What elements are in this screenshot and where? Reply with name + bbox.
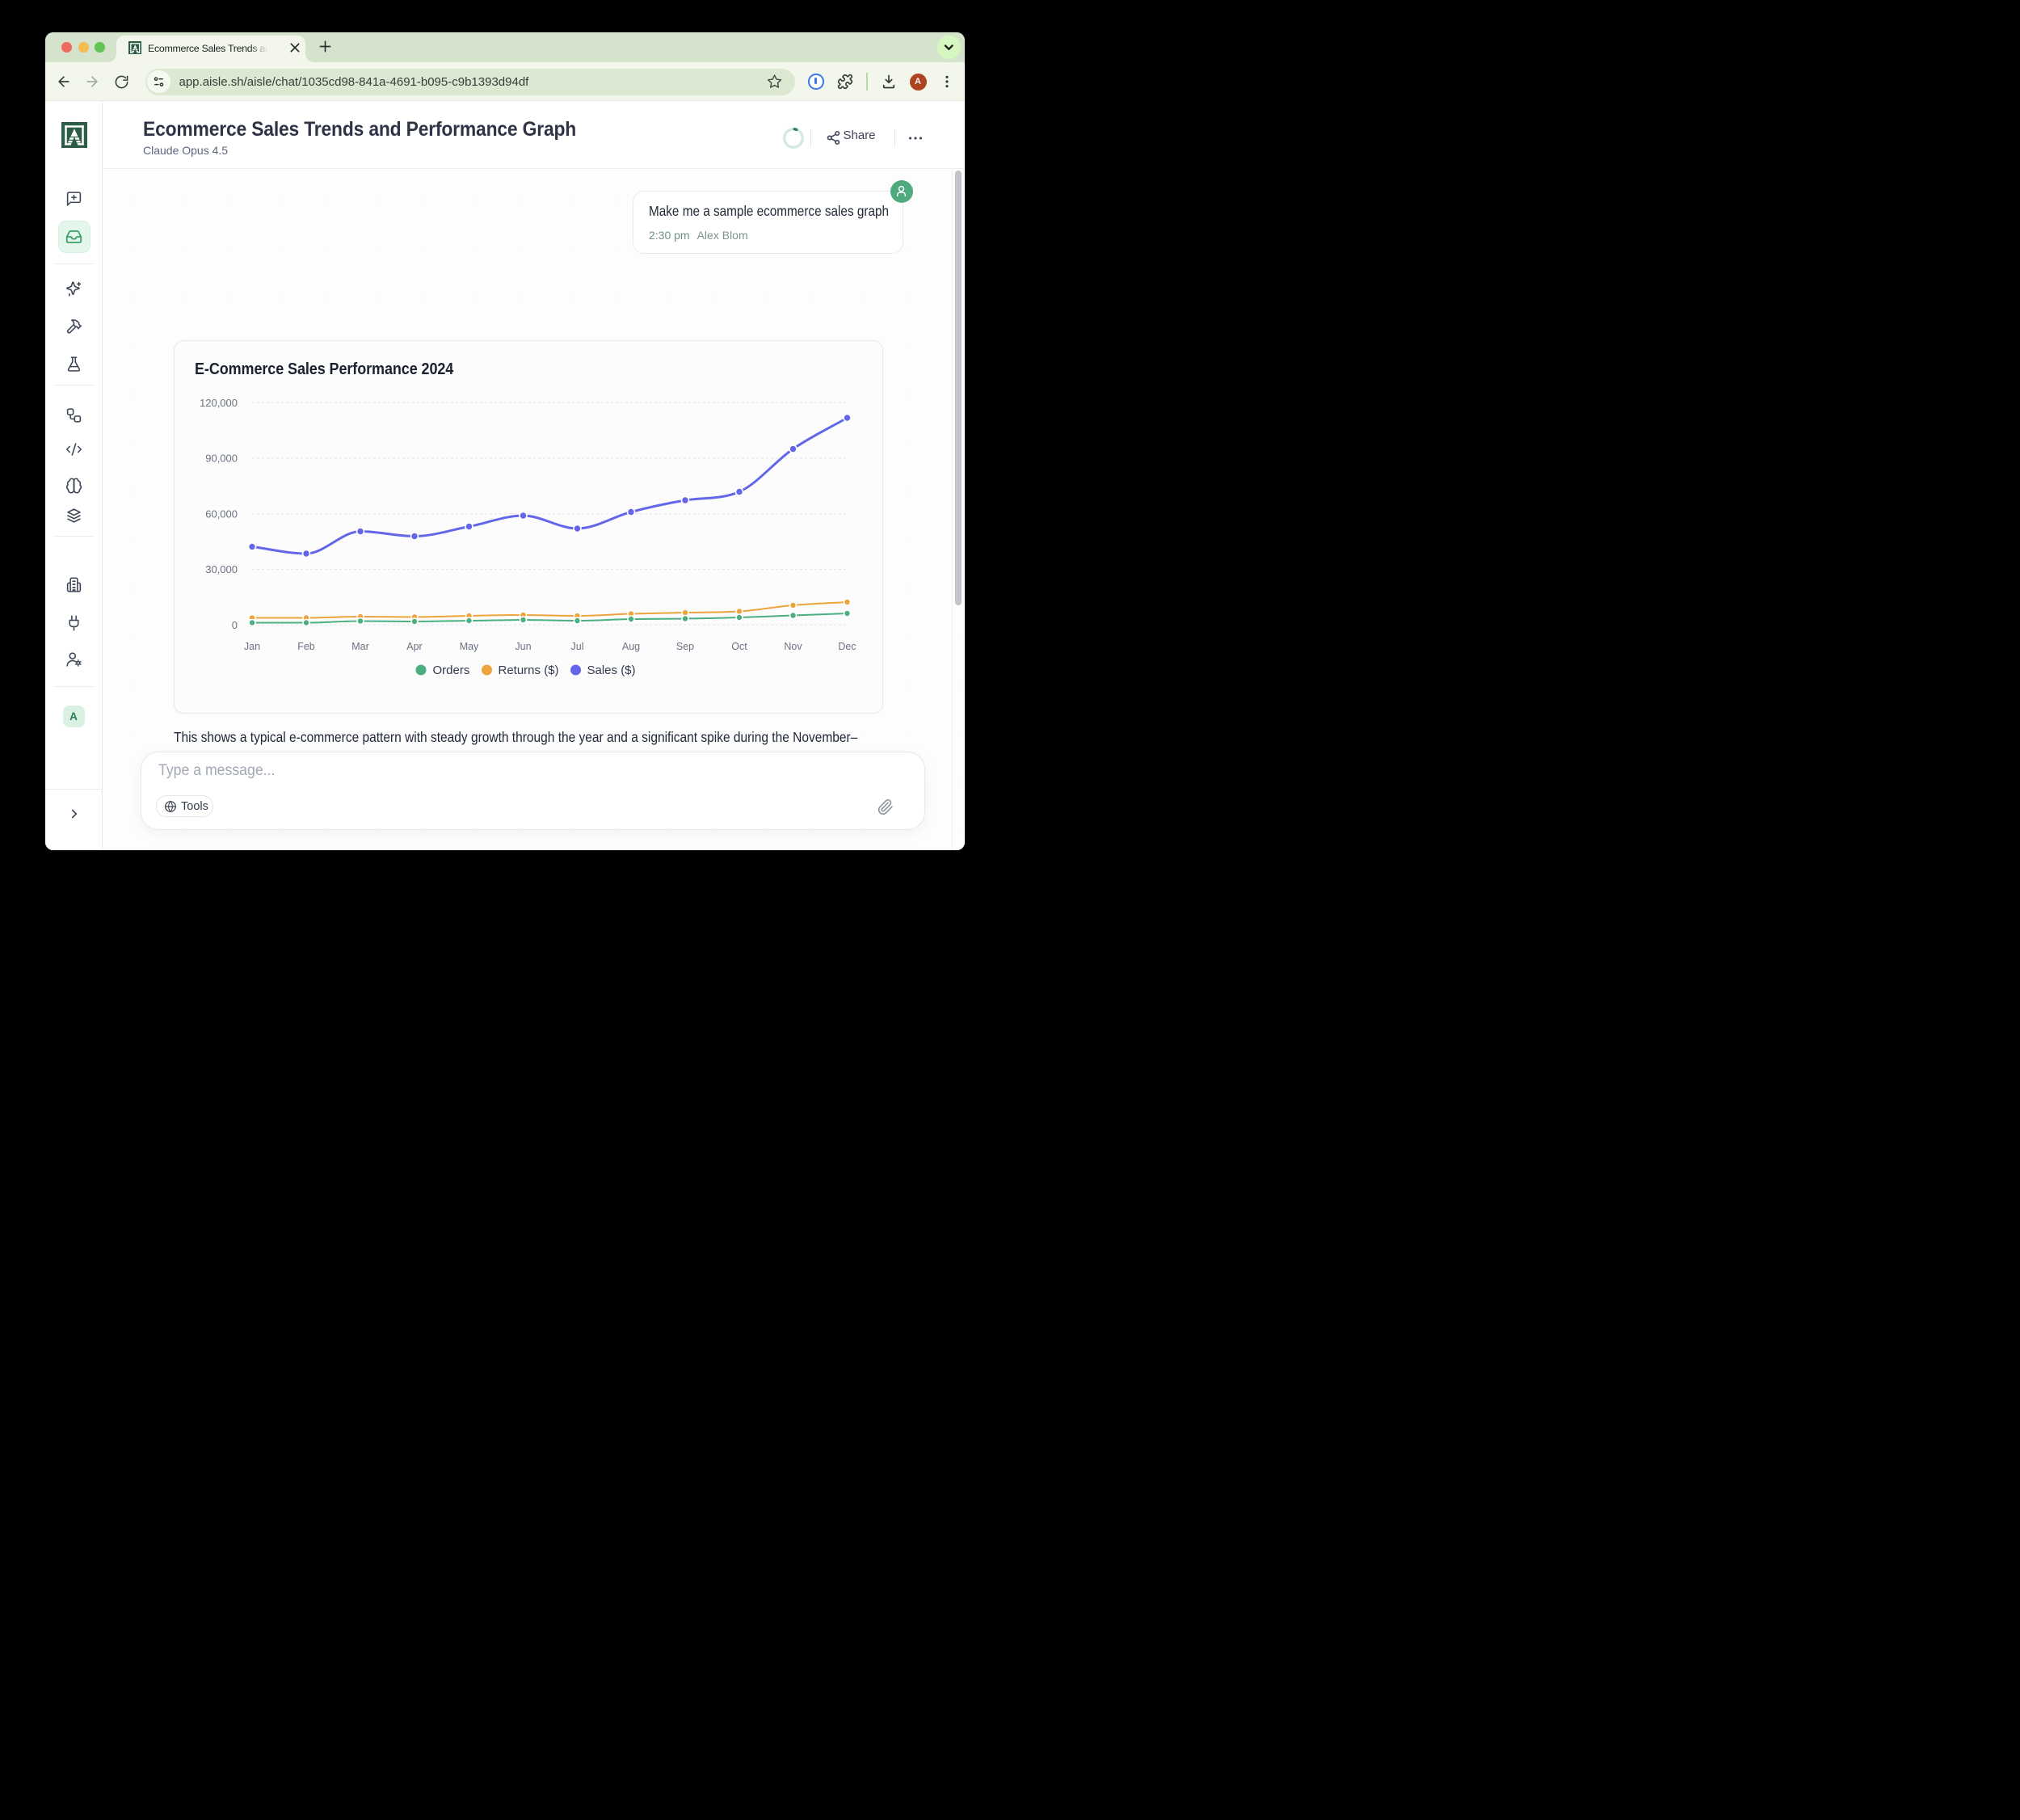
svg-text:60,000: 60,000 <box>205 508 238 520</box>
svg-text:30,000: 30,000 <box>205 563 238 575</box>
svg-text:Jun: Jun <box>515 641 531 652</box>
svg-text:Aug: Aug <box>621 641 639 652</box>
svg-text:Dec: Dec <box>838 641 856 652</box>
svg-text:Apr: Apr <box>406 641 422 652</box>
svg-text:May: May <box>459 641 478 652</box>
svg-text:Orders: Orders <box>432 664 469 677</box>
svg-text:Oct: Oct <box>731 641 747 652</box>
svg-text:120,000: 120,000 <box>200 397 238 409</box>
svg-text:0: 0 <box>231 619 237 631</box>
svg-text:Feb: Feb <box>297 641 315 652</box>
svg-text:Jan: Jan <box>243 641 259 652</box>
svg-text:Returns ($): Returns ($) <box>498 664 558 677</box>
svg-text:Nov: Nov <box>784 641 802 652</box>
svg-text:Jul: Jul <box>570 641 583 652</box>
svg-text:90,000: 90,000 <box>205 453 238 465</box>
svg-text:Mar: Mar <box>351 641 369 652</box>
svg-text:Sales ($): Sales ($) <box>587 664 635 677</box>
svg-text:Sep: Sep <box>675 641 693 652</box>
